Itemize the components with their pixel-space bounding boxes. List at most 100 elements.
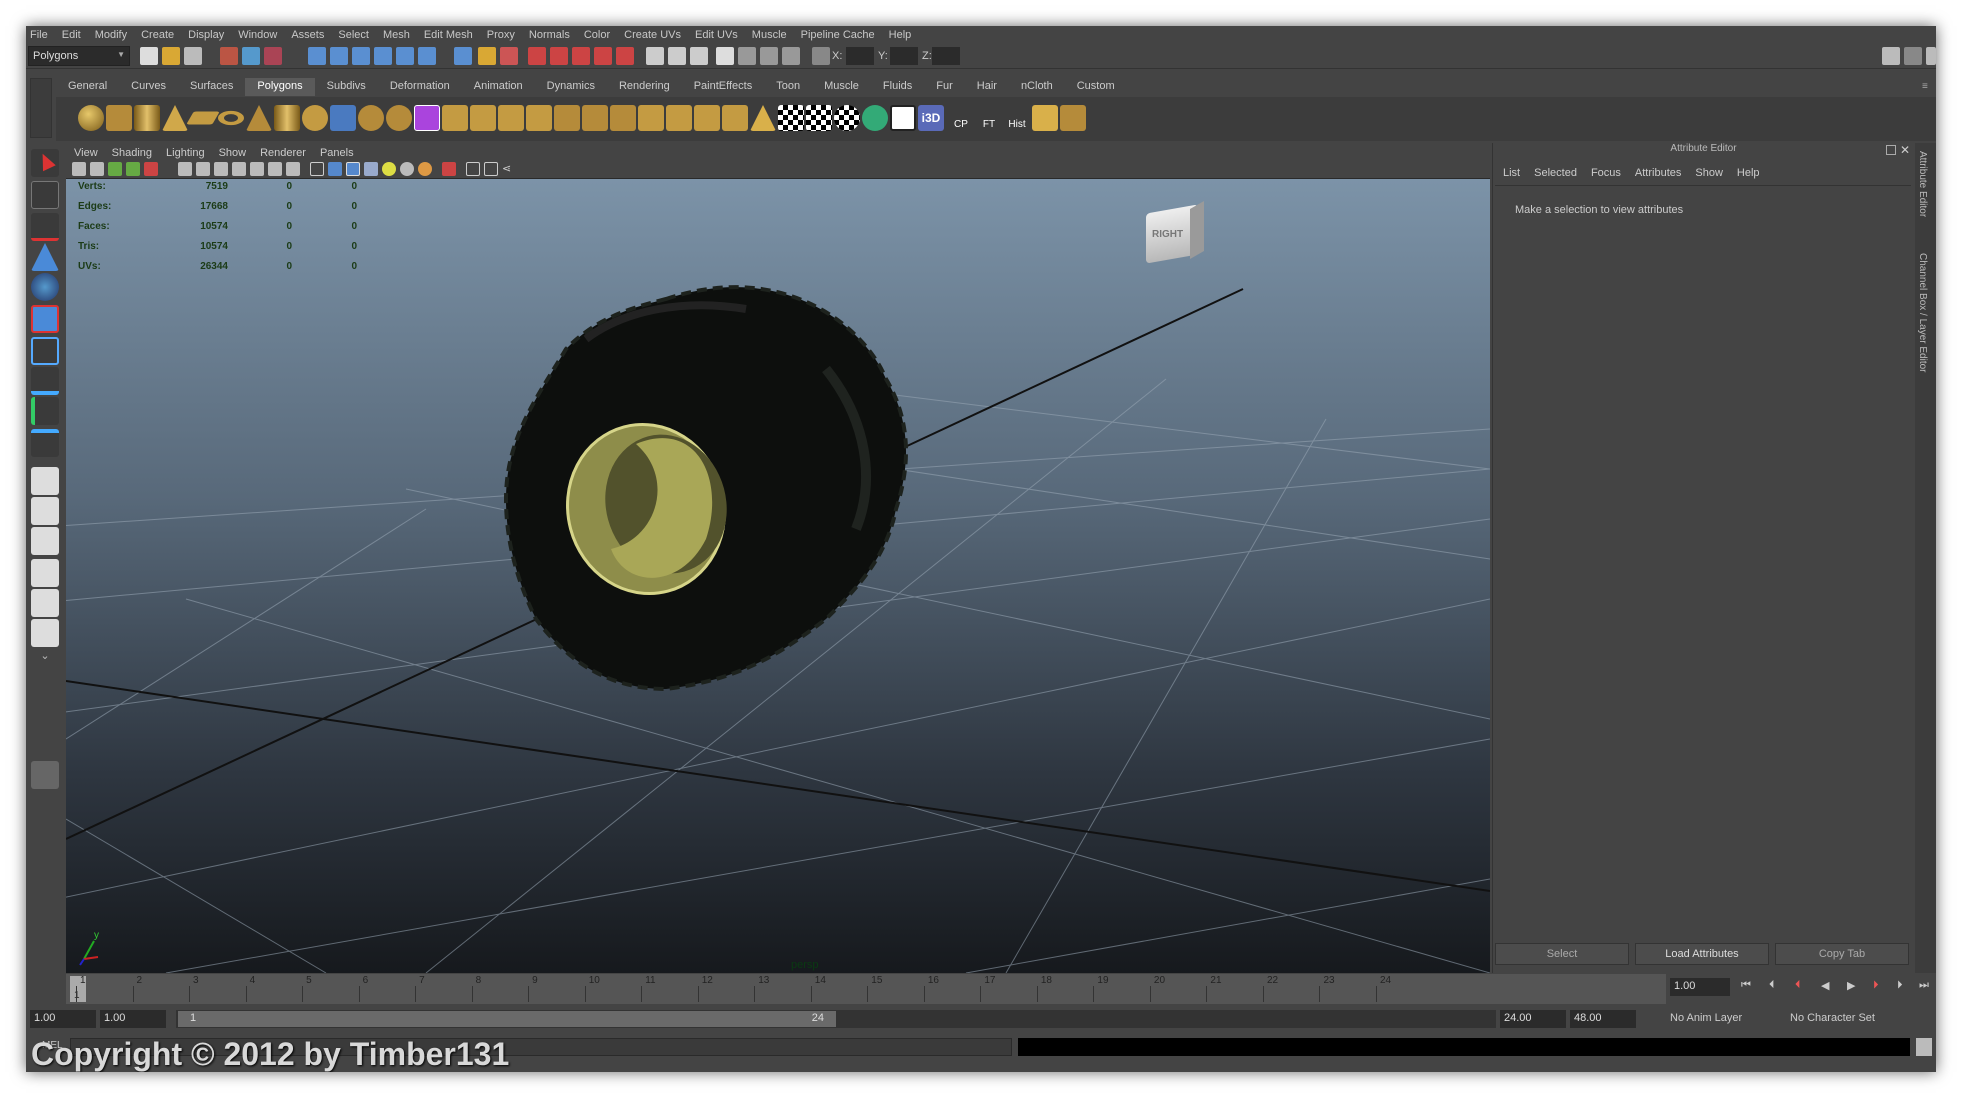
layout-persp-graph-icon[interactable] (31, 559, 59, 587)
character-set-selector[interactable]: No Character Set (1786, 1010, 1896, 1028)
menu-set-selector[interactable]: Polygons ▼ (28, 46, 130, 66)
xray-icon[interactable] (364, 162, 378, 176)
extrude-icon[interactable] (470, 105, 496, 131)
float-panel-icon[interactable] (1886, 145, 1896, 155)
save-scene-icon[interactable] (184, 47, 202, 65)
xray-active-icon[interactable] (484, 162, 498, 176)
bookmark-icon[interactable] (108, 162, 122, 176)
playback-start-field[interactable]: 1.00 (100, 1010, 166, 1028)
menu-window[interactable]: Window (238, 29, 277, 41)
separate-icon[interactable] (386, 105, 412, 131)
isolate-select-icon[interactable] (442, 162, 456, 176)
make-live-icon[interactable] (396, 47, 414, 65)
wireframe-icon[interactable] (310, 162, 324, 176)
menu-help[interactable]: Help (889, 29, 912, 41)
copy-tab-button[interactable]: Copy Tab (1775, 943, 1909, 965)
layout-persp-graph-outliner-icon[interactable] (31, 619, 59, 647)
attr-menu-show[interactable]: Show (1695, 167, 1723, 179)
snap-grid-icon[interactable] (308, 47, 326, 65)
tab-attribute-editor[interactable]: Attribute Editor (1917, 151, 1928, 217)
lock-icon[interactable] (478, 47, 496, 65)
poly-torus-icon[interactable] (218, 110, 244, 126)
new-scene-icon[interactable] (140, 47, 158, 65)
spherical-map-icon[interactable] (834, 105, 860, 131)
tab-polygons[interactable]: Polygons (245, 78, 315, 96)
scale-tool-icon[interactable] (31, 305, 59, 333)
poly-sphere-icon[interactable] (78, 105, 104, 131)
grid-toggle-icon[interactable] (178, 162, 192, 176)
paint-icon[interactable] (760, 47, 778, 65)
help-icon[interactable] (454, 47, 472, 65)
time-slider[interactable]: 1 12345678910111213141516171819202122232… (66, 974, 1666, 1004)
gate-mask-icon[interactable] (232, 162, 246, 176)
menu-select[interactable]: Select (338, 29, 369, 41)
y-field[interactable] (890, 47, 918, 65)
smooth-icon[interactable] (414, 105, 440, 131)
script-editor-icon[interactable] (1916, 1038, 1932, 1056)
universal-manipulator-icon[interactable] (31, 337, 59, 365)
view-cube[interactable]: RIGHT (1140, 199, 1208, 267)
wireframe-on-shaded-icon[interactable] (346, 162, 360, 176)
step-forward-key-icon[interactable]: ⏵ (1873, 979, 1879, 992)
menu-create-uvs[interactable]: Create UVs (624, 29, 681, 41)
perspective-viewport[interactable]: Verts: 7519 0 0 Edges: 17668 0 0 Faces: 10574 0 0 Tr… (66, 179, 1490, 973)
combine-icon[interactable] (358, 105, 384, 131)
tab-muscle[interactable]: Muscle (812, 78, 871, 96)
poly-pyramid-icon[interactable] (246, 105, 272, 131)
tab-hair[interactable]: Hair (965, 78, 1009, 96)
i3d-icon[interactable]: i3D (918, 105, 944, 131)
field-chart-icon[interactable] (250, 162, 264, 176)
step-back-icon[interactable]: ⏴ (1769, 979, 1775, 992)
poly-plane-icon[interactable] (186, 111, 220, 125)
tab-fur[interactable]: Fur (924, 78, 965, 96)
mirror-geometry-icon[interactable] (750, 105, 776, 131)
shelf-menu-icon[interactable]: ≡ (1922, 81, 1932, 93)
menu-proxy[interactable]: Proxy (487, 29, 515, 41)
render-settings-icon[interactable] (572, 47, 590, 65)
menu-edit-mesh[interactable]: Edit Mesh (424, 29, 473, 41)
panel-menu-view[interactable]: View (74, 147, 98, 159)
panel-menu-lighting[interactable]: Lighting (166, 147, 205, 159)
merge-vertices-icon[interactable] (694, 105, 720, 131)
image-plane-icon[interactable] (126, 162, 140, 176)
panel-menu-renderer[interactable]: Renderer (260, 147, 306, 159)
append-icon[interactable] (526, 105, 552, 131)
lasso-tool-icon[interactable] (31, 181, 59, 209)
cp-icon[interactable]: CP (948, 105, 974, 131)
tool-settings-toggle-icon[interactable] (1904, 47, 1922, 65)
poly-cone-icon[interactable] (162, 105, 188, 131)
select-camera-icon[interactable] (72, 162, 86, 176)
tab-rendering[interactable]: Rendering (607, 78, 682, 96)
menu-assets[interactable]: Assets (291, 29, 324, 41)
resolution-gate-icon[interactable] (214, 162, 228, 176)
layout-persp-outliner-icon[interactable] (31, 527, 59, 555)
smooth-shade-icon[interactable] (328, 162, 342, 176)
menu-pipeline-cache[interactable]: Pipeline Cache (801, 29, 875, 41)
open-scene-icon[interactable] (162, 47, 180, 65)
script-editor-icon[interactable] (31, 761, 59, 789)
paint-select-tool-icon[interactable] (31, 213, 59, 241)
uv-layout-icon[interactable] (1032, 105, 1058, 131)
relative-transform-icon[interactable] (668, 47, 686, 65)
layout-four-view-icon[interactable] (31, 497, 59, 525)
last-tool-icon[interactable] (31, 429, 59, 457)
select-tool-icon[interactable] (31, 149, 59, 177)
layout-hypershade-icon[interactable] (31, 589, 59, 617)
attr-menu-selected[interactable]: Selected (1534, 167, 1577, 179)
tab-ncloth[interactable]: nCloth (1009, 78, 1065, 96)
animation-start-field[interactable]: 1.00 (30, 1010, 96, 1028)
soft-modification-icon[interactable] (31, 367, 59, 395)
attr-menu-attributes[interactable]: Attributes (1635, 167, 1681, 179)
uv-editor-icon[interactable] (890, 105, 916, 131)
input-line-icon[interactable] (646, 47, 664, 65)
select-component-icon[interactable] (264, 47, 282, 65)
construction-history-icon[interactable] (500, 47, 518, 65)
bevel-icon[interactable] (666, 105, 692, 131)
attr-menu-focus[interactable]: Focus (1591, 167, 1621, 179)
tab-custom[interactable]: Custom (1065, 78, 1127, 96)
load-attributes-button[interactable]: Load Attributes (1635, 943, 1769, 965)
sculpt-icon[interactable] (738, 47, 756, 65)
playback-end-field[interactable]: 24.00 (1500, 1010, 1566, 1028)
tab-subdivs[interactable]: Subdivs (315, 78, 378, 96)
tab-dynamics[interactable]: Dynamics (535, 78, 607, 96)
